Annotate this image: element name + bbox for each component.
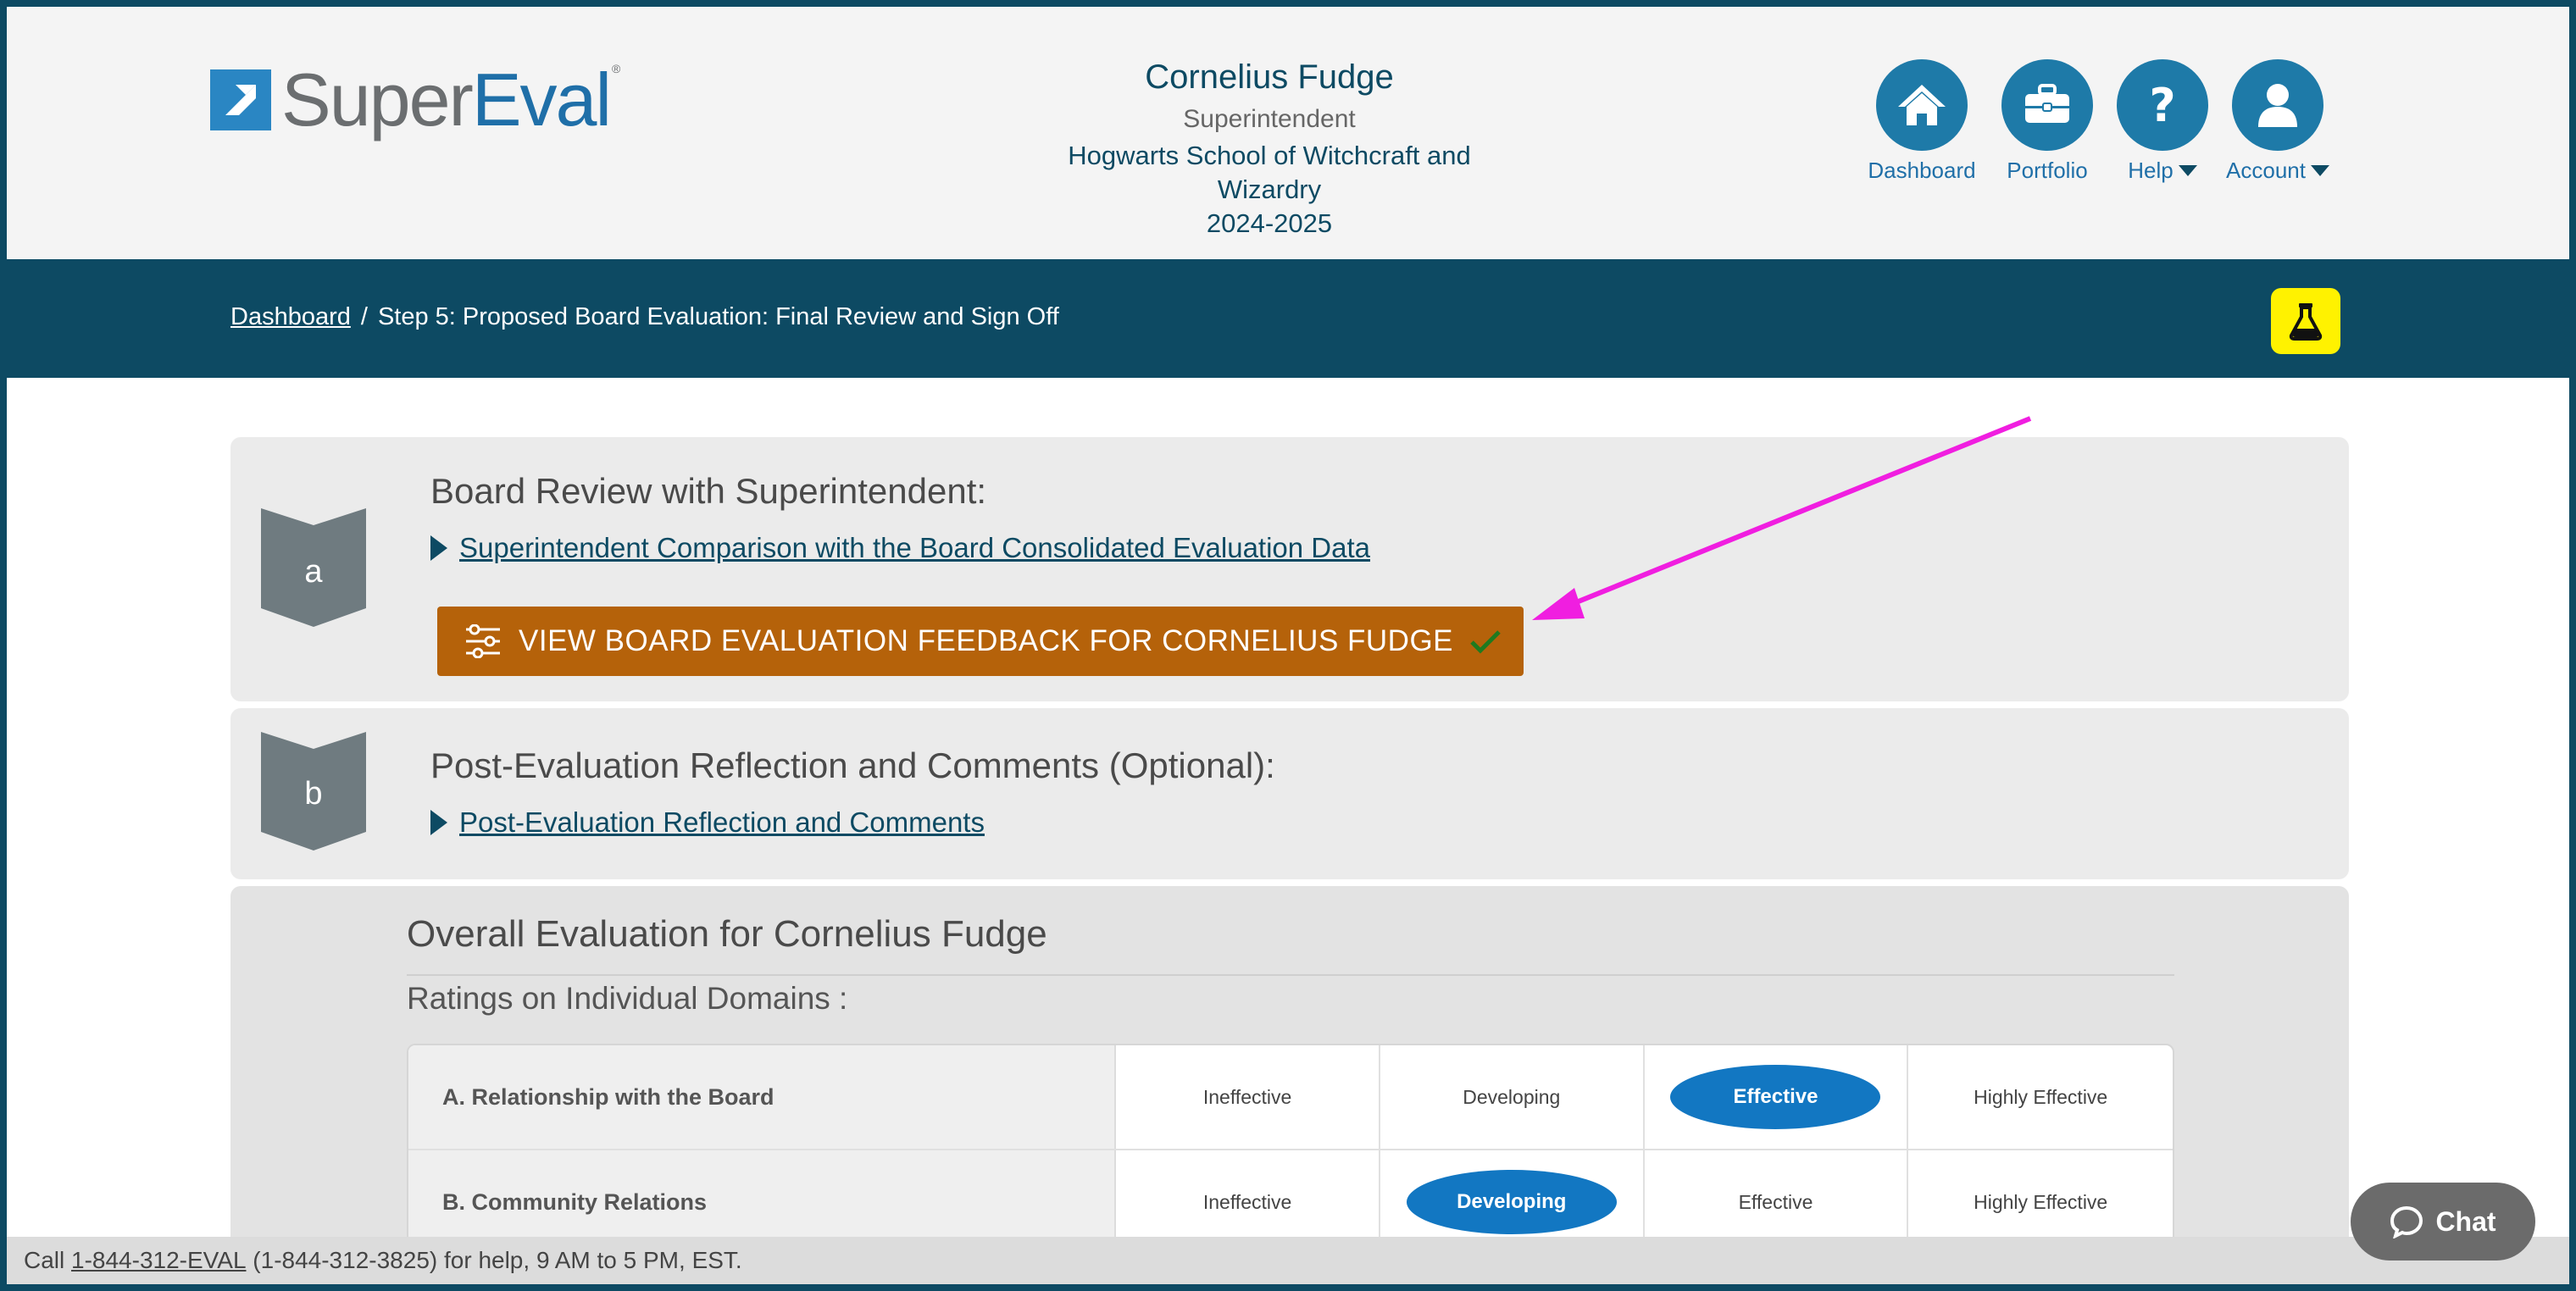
breadcrumb-dashboard-link[interactable]: Dashboard xyxy=(230,303,351,331)
footer-suffix: (1-844-312-3825) for help, 9 AM to 5 PM,… xyxy=(246,1247,742,1273)
rating-option[interactable]: Effective xyxy=(1645,1045,1909,1149)
overall-title: Overall Evaluation for Cornelius Fudge xyxy=(407,913,1047,955)
step-b-panel: b Post-Evaluation Reflection and Comment… xyxy=(230,708,2349,879)
reflection-link[interactable]: Post-Evaluation Reflection and Comments xyxy=(430,806,985,839)
rating-option[interactable]: Ineffective xyxy=(1116,1045,1380,1149)
breadcrumb-bar: Dashboard / Step 5: Proposed Board Evalu… xyxy=(7,259,2569,378)
breadcrumb: Dashboard / Step 5: Proposed Board Evalu… xyxy=(230,303,1059,331)
footer-prefix: Call xyxy=(24,1247,72,1273)
caret-right-icon xyxy=(430,535,447,561)
chat-bubble-icon xyxy=(2390,1205,2423,1238)
chat-label: Chat xyxy=(2435,1205,2496,1237)
chevron-down-icon xyxy=(2310,165,2329,176)
breadcrumb-separator: / xyxy=(360,303,368,330)
rating-option[interactable]: Highly Effective xyxy=(1908,1045,2173,1149)
rating-row: A. Relationship with the Board Ineffectiv… xyxy=(408,1045,2173,1150)
overall-evaluation-panel: Overall Evaluation for Cornelius Fudge R… xyxy=(230,886,2349,1284)
nav-portfolio-label: Portfolio xyxy=(2007,158,2088,183)
divider xyxy=(407,974,2174,976)
sliders-icon xyxy=(466,624,500,658)
caret-right-icon xyxy=(430,810,447,835)
selected-rating-pill: Developing xyxy=(1406,1170,1617,1234)
top-nav: Dashboard Portfolio ? Help Account xyxy=(1854,59,2346,195)
user-year: 2024-2025 xyxy=(1206,208,1333,238)
chat-button[interactable]: Chat xyxy=(2351,1183,2535,1261)
nav-dashboard-label: Dashboard xyxy=(1868,158,1976,183)
ratings-table: A. Relationship with the Board Ineffectiv… xyxy=(407,1044,2174,1257)
rating-option[interactable]: Developing xyxy=(1380,1045,1645,1149)
nav-dashboard[interactable]: Dashboard xyxy=(1854,59,1990,184)
view-feedback-button[interactable]: VIEW BOARD EVALUATION FEEDBACK FOR CORNE… xyxy=(437,607,1524,676)
flask-icon xyxy=(2289,303,2323,341)
reflection-link-label: Post-Evaluation Reflection and Comments xyxy=(459,806,985,838)
user-info: Cornelius Fudge Superintendent Hogwarts … xyxy=(1007,54,1532,241)
user-school-line2: Wizardry xyxy=(1217,175,1322,204)
user-icon xyxy=(2232,59,2323,151)
nav-account[interactable]: Account xyxy=(2210,59,2346,184)
question-icon: ? xyxy=(2117,59,2208,151)
header: SuperEval ® Cornelius Fudge Superintenden… xyxy=(7,7,2569,259)
view-feedback-label: VIEW BOARD EVALUATION FEEDBACK FOR CORNE… xyxy=(519,624,1454,657)
footer-phone-link[interactable]: 1-844-312-EVAL xyxy=(71,1247,247,1274)
step-b-letter: b xyxy=(304,776,323,812)
step-b-title: Post-Evaluation Reflection and Comments … xyxy=(430,745,1275,785)
logo-wordmark: SuperEval ® xyxy=(281,58,620,141)
user-role: Superintendent xyxy=(1183,105,1356,133)
logo-mark-icon xyxy=(210,69,271,130)
nav-help-label: Help xyxy=(2128,158,2174,183)
chevron-down-icon xyxy=(2178,165,2197,176)
comparison-link-label: Superintendent Comparison with the Board… xyxy=(459,532,1370,563)
lab-flask-button[interactable] xyxy=(2271,288,2340,354)
home-icon xyxy=(1876,59,1968,151)
breadcrumb-current: Step 5: Proposed Board Evaluation: Final… xyxy=(377,303,1059,330)
step-a-title: Board Review with Superintendent: xyxy=(430,471,987,511)
domain-name: A. Relationship with the Board xyxy=(408,1045,1117,1149)
app-window: SuperEval ® Cornelius Fudge Superintenden… xyxy=(7,7,2569,1284)
user-school-line1: Hogwarts School of Witchcraft and xyxy=(1068,141,1471,170)
nav-account-label: Account xyxy=(2226,158,2306,183)
superevaluation-logo[interactable]: SuperEval ® xyxy=(210,58,620,141)
step-a-panel: a Board Review with Superintendent: Supe… xyxy=(230,437,2349,701)
ratings-label: Ratings on Individual Domains : xyxy=(407,981,848,1016)
comparison-link[interactable]: Superintendent Comparison with the Board… xyxy=(430,532,1370,564)
help-footer: Call 1-844-312-EVAL (1-844-312-3825) for… xyxy=(7,1237,2569,1284)
step-a-letter: a xyxy=(304,554,323,590)
briefcase-icon xyxy=(2001,59,2093,151)
checkmark-icon xyxy=(1470,630,1501,654)
selected-rating-pill: Effective xyxy=(1670,1065,1881,1129)
user-name: Cornelius Fudge xyxy=(1145,58,1394,96)
